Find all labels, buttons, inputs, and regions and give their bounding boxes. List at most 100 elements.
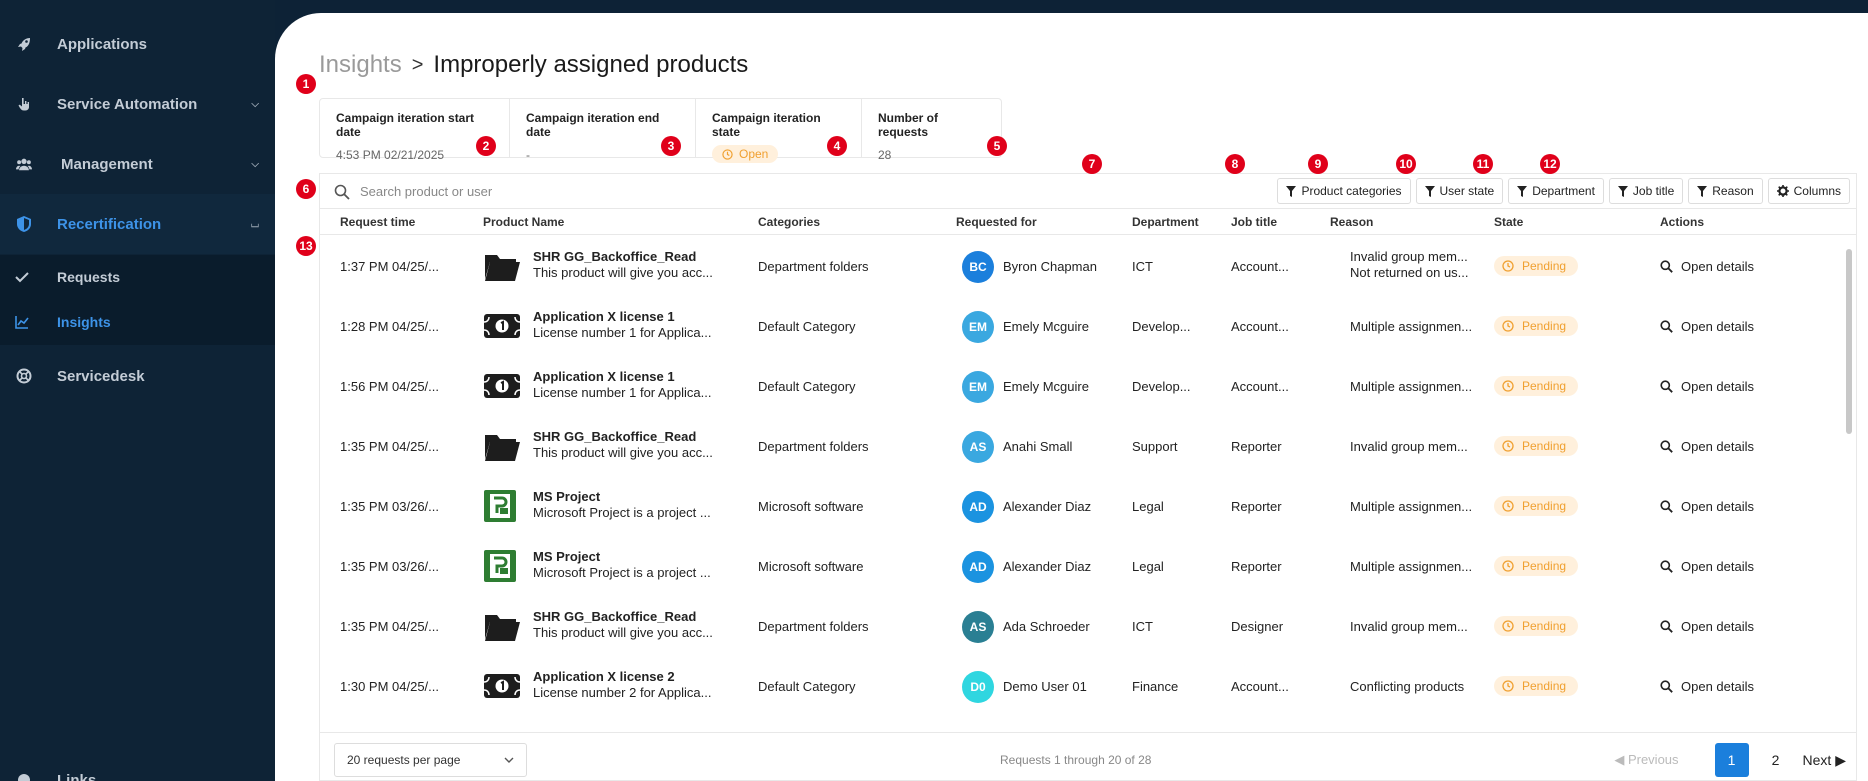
search-icon: [334, 184, 350, 200]
caret-left-icon: ◀: [1614, 752, 1625, 767]
per-page-value: 20 requests per page: [347, 753, 461, 767]
department-cell: Legal: [1132, 498, 1164, 514]
filter-reason-button[interactable]: Reason: [1688, 178, 1763, 204]
table-row[interactable]: 1:56 PM 04/25/... Application X license …: [320, 356, 1843, 416]
product-description: Microsoft Project is a project ...: [533, 505, 711, 520]
product-cell: SHR GG_Backoffice_Read This product will…: [533, 429, 718, 460]
col-state[interactable]: State: [1494, 215, 1523, 229]
nav-servicedesk[interactable]: Servicedesk: [0, 346, 275, 406]
open-details-button[interactable]: Open details: [1660, 559, 1754, 574]
col-job-title[interactable]: Job title: [1231, 215, 1277, 229]
reason-cell: Multiple assignmen...: [1350, 296, 1475, 356]
marker-1: 1: [296, 74, 316, 94]
job-title-cell: Account...: [1231, 258, 1289, 274]
filter-job-title-button[interactable]: Job title: [1608, 178, 1684, 204]
filter-user-state-button[interactable]: User state: [1415, 178, 1504, 204]
clock-icon: [1502, 380, 1514, 392]
msproject-icon: [483, 489, 521, 523]
department-cell: ICT: [1132, 258, 1153, 274]
product-cell: MS Project Microsoft Project is a projec…: [533, 489, 718, 520]
product-cell: Application X license 1 License number 1…: [533, 309, 718, 340]
filter-department-button[interactable]: Department: [1508, 178, 1604, 204]
search-icon: [1660, 619, 1673, 633]
folder-icon: [483, 249, 521, 283]
open-details-button[interactable]: Open details: [1660, 619, 1754, 634]
breadcrumb-root[interactable]: Insights: [319, 51, 402, 79]
search-icon: [1660, 679, 1673, 693]
reason-text: Multiple assignmen...: [1350, 498, 1473, 514]
open-details-button[interactable]: Open details: [1660, 439, 1754, 454]
col-requested-for[interactable]: Requested for: [956, 215, 1037, 229]
search-placeholder: Search product or user: [360, 184, 493, 199]
filter-product-categories-button[interactable]: Product categories: [1277, 178, 1411, 204]
department-cell: Develop...: [1132, 318, 1191, 334]
previous-button[interactable]: ◀ Previous: [1614, 752, 1678, 768]
col-request-time[interactable]: Request time: [340, 215, 415, 229]
nav-label: Servicedesk: [57, 367, 145, 385]
hand-icon: [16, 96, 32, 112]
marker-10: 10: [1396, 154, 1416, 174]
scrollbar-thumb[interactable]: [1846, 249, 1852, 434]
status-text: Open: [739, 147, 769, 161]
open-details-button[interactable]: Open details: [1660, 679, 1754, 694]
page-1-button[interactable]: 1: [1714, 743, 1749, 777]
status-text: Pending: [1522, 379, 1567, 393]
next-label: Next: [1802, 751, 1832, 768]
columns-button[interactable]: Columns: [1767, 178, 1850, 204]
open-details-button[interactable]: Open details: [1660, 499, 1754, 514]
marker-2: 2: [476, 136, 496, 156]
nav-applications[interactable]: Applications: [0, 14, 275, 74]
open-details-button[interactable]: Open details: [1660, 379, 1754, 394]
open-details-button[interactable]: Open details: [1660, 319, 1754, 334]
table-row[interactable]: 1:35 PM 03/26/... MS Project Microsoft P…: [320, 536, 1843, 596]
requested-for-cell: Emely Mcguire: [1003, 318, 1089, 334]
table-row[interactable]: 1:35 PM 04/25/... SHR GG_Backoffice_Read…: [320, 416, 1843, 476]
category-cell: Default Category: [758, 678, 856, 694]
folder-icon: [483, 429, 521, 463]
marker-8: 8: [1225, 154, 1245, 174]
marker-13: 13: [296, 236, 316, 256]
nav-links[interactable]: Links: [0, 760, 275, 781]
nav-requests[interactable]: Requests: [0, 255, 275, 299]
table-row[interactable]: 1:35 PM 03/26/... MS Project Microsoft P…: [320, 476, 1843, 536]
next-button[interactable]: Next ▶: [1803, 752, 1846, 769]
nav-insights[interactable]: Insights: [0, 300, 275, 344]
folder-icon: [483, 609, 521, 643]
lifebuoy-icon: [16, 368, 32, 384]
page-2-button[interactable]: 2: [1759, 743, 1793, 777]
col-department[interactable]: Department: [1132, 215, 1199, 229]
product-cell: SHR GG_Backoffice_Read This product will…: [533, 249, 718, 280]
open-details-label: Open details: [1681, 678, 1754, 694]
reason-text-secondary: Not returned on us...: [1350, 265, 1469, 280]
status-badge: Pending: [1494, 436, 1579, 456]
table-scrollbar[interactable]: [1846, 239, 1852, 719]
col-reason[interactable]: Reason: [1330, 215, 1373, 229]
search-icon: [1660, 439, 1673, 453]
open-details-button[interactable]: Open details: [1660, 259, 1754, 274]
search-input[interactable]: Search product or user: [334, 174, 492, 209]
msproject-icon: [483, 549, 521, 583]
product-name: SHR GG_Backoffice_Read: [533, 429, 697, 444]
table-row[interactable]: 1:37 PM 04/25/... SHR GG_Backoffice_Read…: [320, 236, 1843, 296]
col-product-name[interactable]: Product Name: [483, 215, 564, 229]
nav-service-automation[interactable]: Service Automation ⌵: [0, 74, 275, 134]
product-description: This product will give you acc...: [533, 445, 713, 460]
status-text: Pending: [1522, 259, 1567, 273]
chevron-down-icon: ⌵: [251, 158, 259, 170]
table-row[interactable]: 1:28 PM 04/25/... Application X license …: [320, 296, 1843, 356]
table-row[interactable]: 1:30 PM 04/25/... Application X license …: [320, 656, 1843, 716]
nav-label: Management: [61, 155, 153, 173]
nav-management[interactable]: Management ⌵: [0, 134, 275, 194]
requests-table: Request time Product Name Categories Req…: [319, 208, 1857, 733]
filter-buttons: Product categories User state Department…: [1277, 178, 1850, 204]
reason-cell: Invalid group mem...: [1350, 416, 1475, 476]
col-categories[interactable]: Categories: [758, 215, 820, 229]
product-cell: Application X license 1 License number 1…: [533, 369, 718, 400]
open-details-label: Open details: [1681, 558, 1754, 574]
status-badge: Pending: [1494, 316, 1579, 336]
nav-recertification[interactable]: Recertification ⌴: [0, 194, 275, 254]
reason-text: Multiple assignmen...: [1350, 378, 1473, 394]
per-page-select[interactable]: 20 requests per page: [334, 743, 527, 777]
table-row[interactable]: 1:35 PM 04/25/... SHR GG_Backoffice_Read…: [320, 596, 1843, 656]
category-cell: Default Category: [758, 378, 856, 394]
